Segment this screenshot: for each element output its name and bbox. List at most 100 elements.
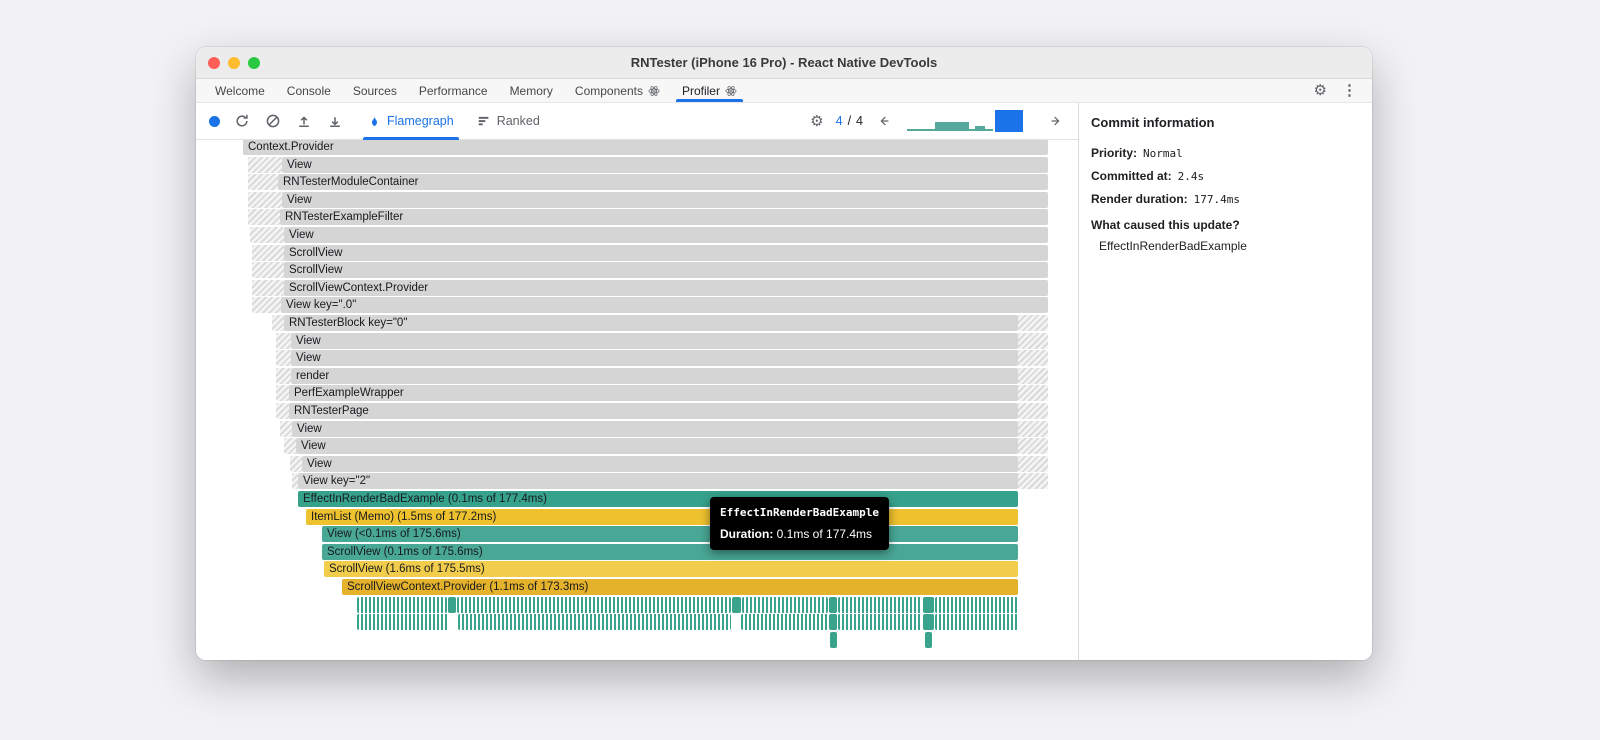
flame-did-not-render-bar [252, 262, 284, 279]
arrow-left-icon [880, 116, 889, 126]
tab-profiler[interactable]: Profiler [671, 79, 748, 102]
flame-item-bars[interactable] [457, 596, 731, 613]
flame-bar-label: View (<0.1ms of 175.6ms) [327, 528, 461, 541]
reload-profile-button[interactable] [233, 112, 251, 130]
flame-bar-label: ScrollView (0.1ms of 175.6ms) [327, 545, 483, 558]
flame-item-bars[interactable] [357, 596, 447, 613]
flame-bar-label: ScrollView [289, 264, 343, 277]
commit-counter: 4 / 4 [836, 114, 863, 128]
export-profile-button[interactable] [326, 112, 344, 130]
more-menu-icon[interactable]: ⋮ [1342, 83, 1357, 98]
tab-sources[interactable]: Sources [342, 79, 408, 102]
flame-bar-label: render [296, 369, 330, 382]
update-cause-item[interactable]: EffectInRenderBadExample [1091, 232, 1360, 253]
commit-bar-chart[interactable] [905, 109, 1035, 133]
settings-gear-icon[interactable]: ⚙ [1314, 83, 1327, 98]
tab-console[interactable]: Console [276, 79, 342, 102]
clear-profile-button[interactable] [264, 112, 282, 130]
flame-bar-small[interactable] [829, 596, 837, 613]
flame-did-not-render-bar [248, 209, 280, 226]
tab-performance[interactable]: Performance [408, 79, 499, 102]
next-commit-button[interactable] [1047, 112, 1065, 130]
field-label: Render duration: [1091, 192, 1188, 206]
profiler-settings-icon[interactable]: ⚙ [810, 114, 823, 129]
flamegraph-tab-label: Flamegraph [387, 114, 454, 128]
flame-row: RNTesterModuleContainer [196, 174, 1078, 191]
tab-components[interactable]: Components [564, 79, 671, 102]
flame-bar: RNTesterPage [289, 403, 1018, 419]
flame-bar-label: View key=".0" [286, 299, 357, 312]
flame-did-not-render-bar [252, 244, 284, 261]
flame-bar: View [292, 420, 1018, 437]
flame-bar-small[interactable] [925, 631, 932, 648]
flame-row [196, 631, 1078, 648]
react-atom-icon [648, 85, 660, 96]
selected-commit-bar[interactable] [995, 110, 1023, 132]
flame-bar-small[interactable] [448, 596, 456, 613]
flame-row: View [196, 227, 1078, 243]
flame-row: View [196, 455, 1078, 472]
field-value: Normal [1143, 147, 1183, 160]
flame-bar[interactable]: ScrollViewContext.Provider (1.1ms of 173… [342, 579, 1018, 595]
flame-row: ScrollViewContext.Provider (1.1ms of 173… [196, 579, 1078, 595]
flame-bar-label: View [297, 422, 322, 435]
flame-item-bars[interactable] [935, 614, 1018, 631]
tab-label: Components [574, 83, 643, 98]
flame-did-not-render-bar [248, 156, 282, 173]
flame-did-not-render-bar [290, 455, 302, 472]
reload-icon [236, 114, 248, 127]
tooltip-duration: Duration: 0.1ms of 177.4ms [720, 527, 879, 541]
tab-flamegraph[interactable]: Flamegraph [363, 103, 459, 140]
flame-bar-label: ScrollViewContext.Provider (1.1ms of 173… [347, 581, 589, 593]
flame-bar: ScrollView [284, 262, 1048, 279]
flame-bar[interactable]: ScrollView (1.6ms of 175.5ms) [324, 561, 1018, 578]
tab-ranked[interactable]: Ranked [472, 103, 545, 140]
flame-bar[interactable]: ScrollView (0.1ms of 175.6ms) [322, 543, 1018, 560]
flame-row: Context.Provider [196, 140, 1078, 155]
flame-item-bars[interactable] [741, 614, 828, 631]
flame-item-bars[interactable] [458, 614, 731, 631]
flame-bar: View [284, 227, 1048, 243]
flame-bar-label: View [287, 193, 312, 206]
import-profile-button[interactable] [295, 112, 313, 130]
flame-bar[interactable]: EffectInRenderBadExample (0.1ms of 177.4… [298, 491, 1018, 507]
flame-bar: ScrollView [284, 244, 1048, 261]
flame-row: View [196, 438, 1078, 455]
flame-item-bars[interactable] [838, 614, 922, 631]
flame-bar-small[interactable] [732, 596, 741, 613]
flame-row: RNTesterPage [196, 403, 1078, 419]
flame-bar-small[interactable] [923, 596, 934, 613]
window-title: RNTester (iPhone 16 Pro) - React Native … [630, 55, 938, 70]
flame-bar[interactable]: ItemList (Memo) (1.5ms of 177.2ms) [306, 508, 1018, 525]
flame-item-bars[interactable] [742, 596, 828, 613]
flame-bar-small[interactable] [830, 631, 837, 648]
flame-bar-label: Context.Provider [248, 141, 334, 153]
flame-did-not-render-bar [252, 297, 281, 314]
tab-welcome[interactable]: Welcome [204, 79, 276, 102]
minimize-button[interactable] [228, 56, 240, 69]
tooltip-duration-label: Duration: [720, 527, 774, 541]
flame-item-bars[interactable] [935, 596, 1018, 613]
tab-memory[interactable]: Memory [499, 79, 564, 102]
commit-info-field: Priority: Normal [1091, 146, 1360, 160]
record-button[interactable] [209, 115, 220, 127]
flame-row: ScrollView [196, 244, 1078, 261]
flame-did-not-render-bar [250, 227, 284, 243]
field-value: 2.4s [1177, 170, 1205, 183]
tab-label: Sources [352, 83, 397, 98]
prev-commit-button[interactable] [875, 112, 893, 130]
flame-bar-label: View [296, 334, 321, 347]
flame-item-bars[interactable] [357, 614, 448, 631]
flame-bar-small[interactable] [923, 614, 934, 631]
flame-bar: ScrollViewContext.Provider [284, 279, 1048, 296]
flame-bar-label: View [287, 158, 312, 171]
flame-bar-small[interactable] [829, 614, 837, 631]
zoom-button[interactable] [248, 56, 260, 69]
close-button[interactable] [208, 56, 220, 69]
flame-did-not-render-bar [1018, 420, 1048, 437]
flame-bar[interactable]: View (<0.1ms of 175.6ms) [322, 526, 1018, 543]
flame-did-not-render-bar [272, 315, 284, 331]
flame-did-not-render-bar [1018, 455, 1048, 472]
flame-item-bars[interactable] [838, 596, 922, 613]
flame-bar: View [282, 156, 1048, 173]
